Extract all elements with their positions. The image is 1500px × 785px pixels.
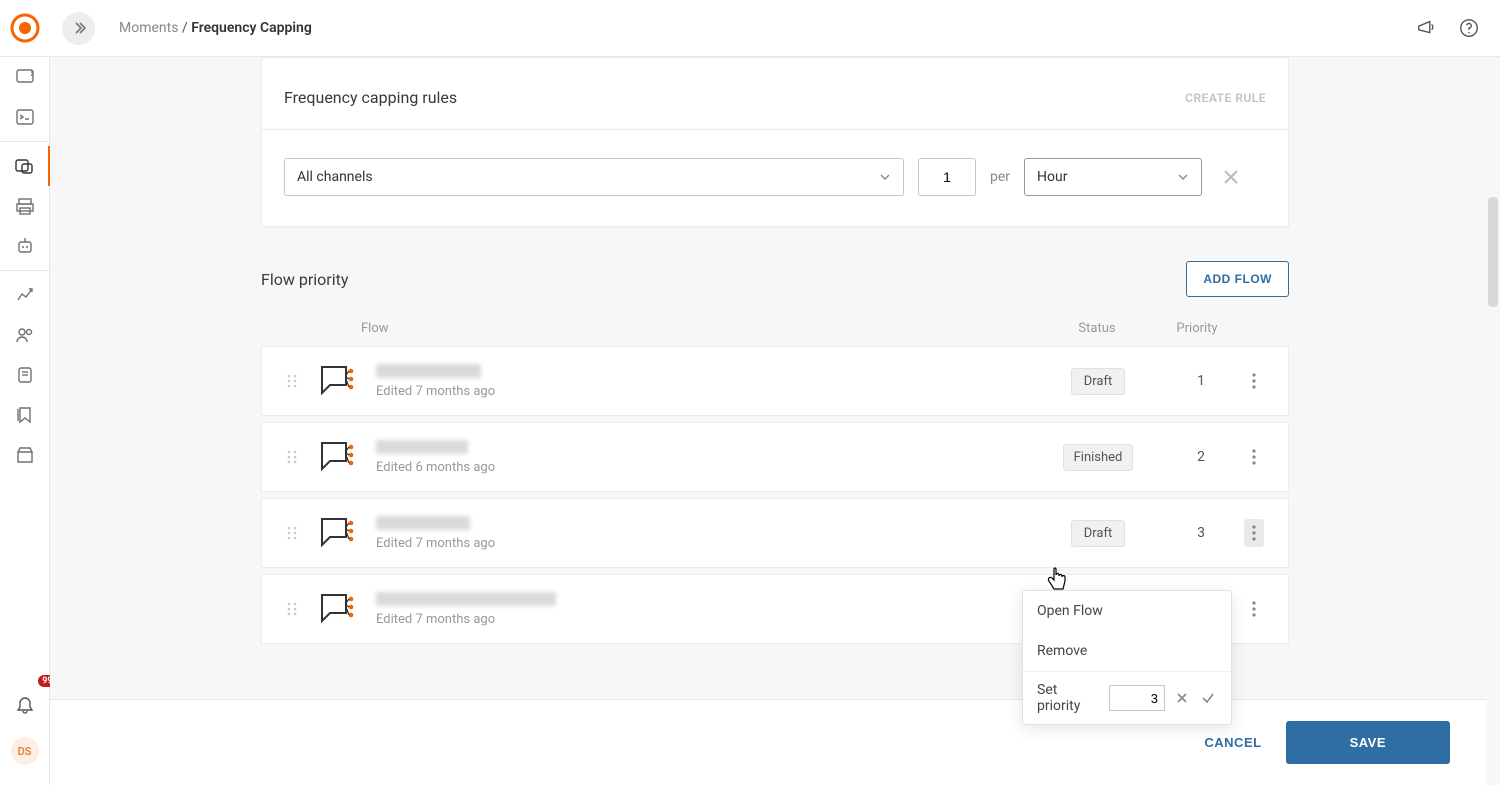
col-priority: Priority (1157, 321, 1237, 336)
flow-text: Edited 6 months ago (376, 440, 1020, 475)
help-icon[interactable] (1458, 17, 1480, 39)
flow-sub: Edited 7 months ago (376, 536, 1020, 551)
flow-table-header: Flow Status Priority (261, 315, 1289, 346)
rail-terminal-icon[interactable] (0, 97, 50, 137)
fc-rule-row: All channels per Hour (262, 130, 1288, 196)
row-menu-button[interactable] (1244, 519, 1264, 547)
user-avatar[interactable]: DS (11, 737, 39, 765)
bottom-action-bar: CANCEL SAVE (50, 699, 1486, 785)
time-unit-value: Hour (1037, 169, 1067, 185)
flow-sub: Edited 7 months ago (376, 384, 1020, 399)
chevron-down-icon (879, 171, 891, 183)
scrollbar-thumb[interactable] (1488, 197, 1498, 307)
cancel-button[interactable]: CANCEL (1204, 735, 1261, 750)
status-badge: Draft (1071, 520, 1125, 547)
row-menu-button[interactable] (1244, 367, 1264, 395)
col-status: Status (1037, 321, 1157, 336)
ctx-confirm-icon[interactable] (1199, 689, 1217, 707)
drag-handle-icon[interactable] (286, 373, 300, 389)
row-menu-button[interactable] (1244, 443, 1264, 471)
rail-bookmark-icon[interactable] (0, 395, 50, 435)
flow-row: Edited 6 months ago Finished 2 (261, 422, 1289, 492)
channel-select-value: All channels (297, 169, 373, 185)
rail-chat-icon[interactable] (0, 57, 50, 97)
count-input[interactable] (918, 158, 976, 196)
breadcrumb: Moments / Frequency Capping (119, 20, 312, 36)
row-context-menu: Open Flow Remove Set priority (1022, 590, 1232, 725)
flow-priority-title: Flow priority (261, 270, 348, 289)
ctx-remove[interactable]: Remove (1023, 631, 1231, 671)
flow-icon (318, 515, 358, 551)
col-flow: Flow (361, 321, 1037, 336)
more-vertical-icon (1252, 601, 1256, 617)
app-logo[interactable] (0, 13, 50, 43)
rail-robot-icon[interactable] (0, 226, 50, 266)
ctx-cancel-icon[interactable] (1173, 689, 1191, 707)
time-unit-select[interactable]: Hour (1024, 158, 1202, 196)
row-menu-button[interactable] (1244, 595, 1264, 623)
ctx-priority-input[interactable] (1109, 685, 1165, 711)
chevron-down-icon (1177, 171, 1189, 183)
more-vertical-icon (1252, 373, 1256, 389)
status-badge: Finished (1063, 444, 1134, 471)
flow-name-redacted (376, 592, 556, 606)
flow-row: Edited 7 months ago Draft 3 (261, 498, 1289, 568)
flow-text: Edited 7 months ago (376, 364, 1020, 399)
flow-name-redacted (376, 364, 481, 378)
priority-value: 2 (1176, 449, 1226, 465)
announce-icon[interactable] (1416, 17, 1438, 39)
channel-select[interactable]: All channels (284, 158, 904, 196)
main-area: Frequency capping rules CREATE RULE All … (50, 57, 1500, 785)
rail-flows-icon[interactable] (0, 146, 50, 186)
ctx-set-priority-row: Set priority (1023, 671, 1231, 724)
flow-name-redacted (376, 516, 470, 530)
flow-name-redacted (376, 440, 468, 454)
flow-icon (318, 439, 358, 475)
ctx-set-priority-label: Set priority (1037, 682, 1101, 714)
priority-value: 3 (1176, 525, 1226, 541)
ctx-open-flow[interactable]: Open Flow (1023, 591, 1231, 631)
flow-icon (318, 363, 358, 399)
priority-value: 1 (1176, 373, 1226, 389)
fc-title: Frequency capping rules (284, 88, 457, 107)
flow-priority-section: Flow priority ADD FLOW Flow Status Prior… (261, 261, 1289, 644)
add-flow-button[interactable]: ADD FLOW (1186, 261, 1289, 297)
flow-text: Edited 7 months ago (376, 592, 1020, 627)
more-vertical-icon (1252, 449, 1256, 465)
status-badge: Draft (1071, 368, 1125, 395)
create-rule-button[interactable]: CREATE RULE (1185, 91, 1266, 105)
breadcrumb-current: Frequency Capping (191, 20, 312, 36)
top-header: Moments / Frequency Capping (0, 0, 1500, 57)
drag-handle-icon[interactable] (286, 601, 300, 617)
rail-notifications-icon[interactable]: 99+ (0, 685, 50, 725)
more-vertical-icon (1252, 525, 1256, 541)
close-icon (1222, 168, 1240, 186)
flow-sub: Edited 7 months ago (376, 612, 1020, 627)
drag-handle-icon[interactable] (286, 449, 300, 465)
breadcrumb-parent[interactable]: Moments (119, 20, 178, 36)
save-button[interactable]: SAVE (1286, 721, 1450, 764)
remove-rule-button[interactable] (1216, 162, 1246, 192)
flow-sub: Edited 6 months ago (376, 460, 1020, 475)
left-rail: 99+ DS (0, 57, 50, 785)
per-label: per (990, 169, 1010, 185)
rail-store-icon[interactable] (0, 435, 50, 475)
flow-text: Edited 7 months ago (376, 516, 1020, 551)
chevron-right-icon (72, 21, 86, 35)
flow-row: Edited 7 months ago Draft 1 (261, 346, 1289, 416)
rail-book-icon[interactable] (0, 355, 50, 395)
rail-people-icon[interactable] (0, 315, 50, 355)
flow-icon (318, 591, 358, 627)
frequency-capping-card: Frequency capping rules CREATE RULE All … (261, 57, 1289, 227)
collapse-sidebar-button[interactable] (62, 12, 95, 45)
drag-handle-icon[interactable] (286, 525, 300, 541)
rail-analytics-icon[interactable] (0, 275, 50, 315)
rail-printer-icon[interactable] (0, 186, 50, 226)
